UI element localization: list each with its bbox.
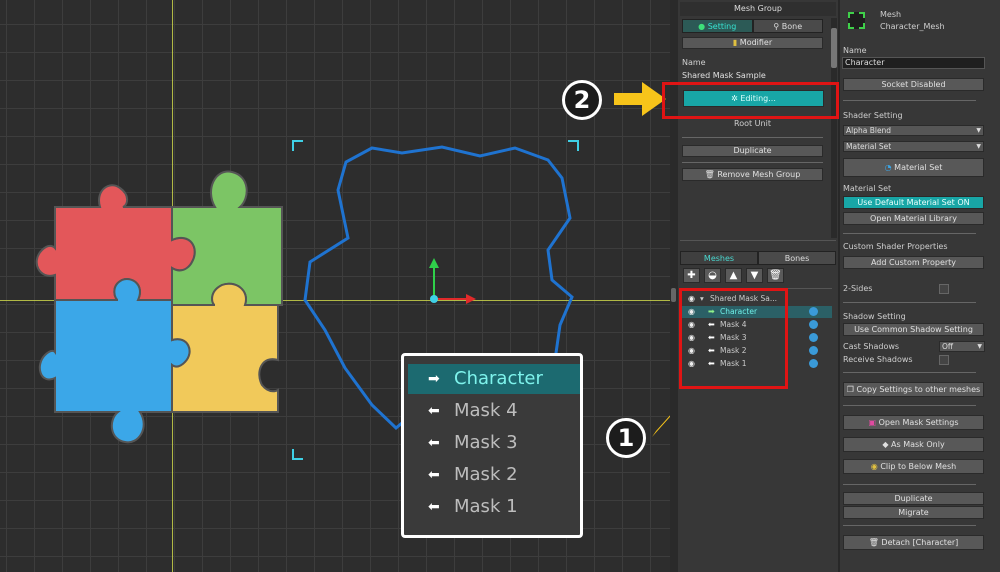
modifier-button[interactable]: ▮ Modifier	[682, 37, 823, 49]
receive-shadows-label: Receive Shadows	[843, 355, 913, 364]
callout-arrow-2	[614, 82, 666, 116]
callout-arrow-1	[652, 415, 670, 437]
mask-settings-icon: ▣	[868, 418, 879, 427]
link-icon[interactable]	[809, 359, 818, 368]
chevron-down-icon: ▼	[977, 343, 982, 350]
gizmo-y-arrowhead	[429, 258, 439, 268]
copy-settings-button[interactable]: ❐ Copy Settings to other meshes	[843, 382, 984, 397]
divider	[682, 162, 823, 163]
arrow-left-icon: ⬅	[428, 467, 440, 483]
mask-zoom-popup: ➡ Character ⬅ Mask 4 ⬅ Mask 3 ⬅ Mask 2 ⬅…	[401, 353, 583, 538]
move-down-icon[interactable]: ▼	[746, 268, 763, 283]
add-icon[interactable]: ✚	[683, 268, 700, 283]
mid-tabs: ● Setting ⚲ Bone	[682, 19, 823, 33]
bone-icon: ⚲	[773, 22, 782, 31]
puzzle-blue	[38, 278, 191, 444]
panel-title: Mesh Group	[680, 2, 836, 16]
gizmo-x-arrowhead	[466, 294, 476, 304]
cast-shadows-dropdown[interactable]: Off ▼	[939, 341, 985, 352]
divider	[843, 372, 976, 373]
divider	[843, 525, 976, 526]
divider	[843, 484, 976, 485]
divider	[843, 302, 976, 303]
link-icon[interactable]	[809, 346, 818, 355]
name-field[interactable]: Character	[842, 57, 985, 69]
mesh-group-name-value[interactable]: Shared Mask Sample	[682, 71, 766, 80]
add-custom-property-button[interactable]: Add Custom Property	[843, 256, 984, 269]
trash-icon: 🗑	[868, 538, 882, 547]
open-mask-settings-button[interactable]: ▣ Open Mask Settings	[843, 415, 984, 430]
divider	[682, 137, 823, 138]
divider	[843, 100, 976, 101]
mask-only-icon: ◆	[882, 440, 892, 449]
clip-icon: ◉	[870, 462, 881, 471]
highlight-box-editing	[662, 82, 839, 119]
duplicate-mesh-button[interactable]: Duplicate	[843, 492, 984, 505]
popup-item-mask-3: ⬅ Mask 3	[408, 428, 580, 458]
hierarchy-tabs: Meshes Bones	[680, 251, 836, 265]
cast-shadows-label: Cast Shadows	[843, 342, 900, 351]
add-mesh-icon[interactable]: ◒	[704, 268, 721, 283]
name-label: Name	[682, 58, 706, 67]
mesh-thumbnail-icon	[848, 12, 865, 29]
chevron-down-icon: ▼	[976, 143, 981, 150]
mid-scrollbar[interactable]	[831, 18, 837, 238]
inspector-mesh-name: Character_Mesh	[880, 22, 945, 31]
move-up-icon[interactable]: ▲	[725, 268, 742, 283]
material-set-label: Material Set	[843, 184, 892, 193]
copy-icon: ❐	[846, 385, 857, 394]
material-dropdown[interactable]: Material Set ▼	[843, 141, 984, 152]
receive-shadows-checkbox[interactable]	[939, 355, 949, 365]
two-sides-label: 2-Sides	[843, 284, 873, 293]
gizmo-origin	[430, 295, 438, 303]
link-icon[interactable]	[809, 320, 818, 329]
tab-bone[interactable]: ⚲ Bone	[752, 19, 823, 33]
setting-icon: ●	[698, 22, 708, 31]
open-material-library-button[interactable]: Open Material Library	[843, 212, 984, 225]
migrate-button[interactable]: Migrate	[843, 506, 984, 519]
material-set-icon: ◔	[884, 163, 895, 172]
socket-disabled-button[interactable]: Socket Disabled	[843, 78, 984, 91]
material-set-button[interactable]: ◔ Material Set	[843, 158, 984, 177]
arrow-left-icon: ⬅	[428, 499, 440, 515]
modifier-icon: ▮	[732, 38, 740, 47]
name-label: Name	[843, 46, 867, 55]
popup-item-mask-4: ⬅ Mask 4	[408, 396, 580, 426]
inspector-type: Mesh	[880, 10, 902, 19]
use-common-shadow-button[interactable]: Use Common Shadow Setting	[843, 323, 984, 336]
custom-shader-label: Custom Shader Properties	[843, 242, 948, 251]
popup-item-character: ➡ Character	[408, 364, 580, 394]
shadow-setting-label: Shadow Setting	[843, 312, 906, 321]
shader-setting-label: Shader Setting	[843, 111, 903, 120]
popup-item-mask-1: ⬅ Mask 1	[408, 492, 580, 522]
link-icon[interactable]	[809, 333, 818, 342]
two-sides-checkbox[interactable]	[939, 284, 949, 294]
divider	[843, 233, 976, 234]
shader-dropdown[interactable]: Alpha Blend ▼	[843, 125, 984, 136]
root-unit-label: Root Unit	[734, 119, 771, 128]
divider	[680, 240, 836, 241]
tab-setting[interactable]: ● Setting	[682, 19, 753, 33]
step-badge-2: 2	[562, 80, 602, 120]
as-mask-only-button[interactable]: ◆ As Mask Only	[843, 437, 984, 452]
arrow-left-icon: ⬅	[428, 403, 440, 419]
delete-icon[interactable]: 🗑	[767, 268, 784, 283]
tab-bones[interactable]: Bones	[758, 251, 836, 265]
duplicate-button[interactable]: Duplicate	[682, 145, 823, 157]
remove-mesh-group-button[interactable]: 🗑 Remove Mesh Group	[682, 168, 823, 181]
popup-item-mask-2: ⬅ Mask 2	[408, 460, 580, 490]
arrow-left-icon: ⬅	[428, 435, 440, 451]
link-icon[interactable]	[809, 307, 818, 316]
tab-meshes[interactable]: Meshes	[680, 251, 758, 265]
detach-button[interactable]: 🗑 Detach [Character]	[843, 535, 984, 550]
highlight-box-hierarchy	[679, 288, 788, 389]
chevron-down-icon: ▼	[976, 127, 981, 134]
use-default-material-button[interactable]: Use Default Material Set ON	[843, 196, 984, 209]
divider	[843, 405, 976, 406]
step-badge-1: 1	[606, 418, 646, 458]
trash-icon: 🗑	[704, 170, 718, 179]
arrow-right-icon: ➡	[428, 371, 440, 387]
clip-to-below-mesh-button[interactable]: ◉ Clip to Below Mesh	[843, 459, 984, 474]
